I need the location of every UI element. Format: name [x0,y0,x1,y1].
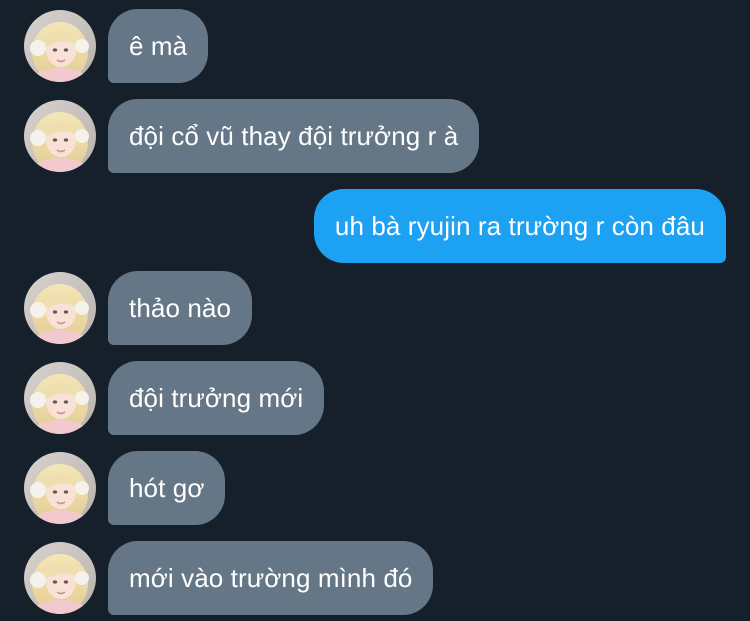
contact-avatar[interactable] [24,272,96,344]
contact-avatar[interactable] [24,452,96,524]
message-bubble-incoming[interactable]: đội cổ vũ thay đội trưởng r à [108,99,480,173]
contact-avatar[interactable] [24,100,96,172]
message-bubble-outgoing[interactable]: uh bà ryujin ra trường r còn đâu [313,189,726,263]
message-bubble-incoming[interactable]: đội trưởng mới [108,361,325,435]
profile-photo-icon [24,10,96,82]
contact-avatar[interactable] [24,10,96,82]
message-bubble-incoming[interactable]: ê mà [108,9,209,83]
message-bubble-incoming[interactable]: hót gơ [108,451,226,525]
contact-avatar[interactable] [24,542,96,614]
profile-photo-icon [24,362,96,434]
profile-photo-icon [24,452,96,524]
contact-avatar[interactable] [24,362,96,434]
profile-photo-icon [24,542,96,614]
profile-photo-icon [24,100,96,172]
message-bubble-incoming[interactable]: thảo nào [108,271,253,345]
message-bubble-incoming[interactable]: mới vào trường mình đó [108,541,434,615]
profile-photo-icon [24,272,96,344]
